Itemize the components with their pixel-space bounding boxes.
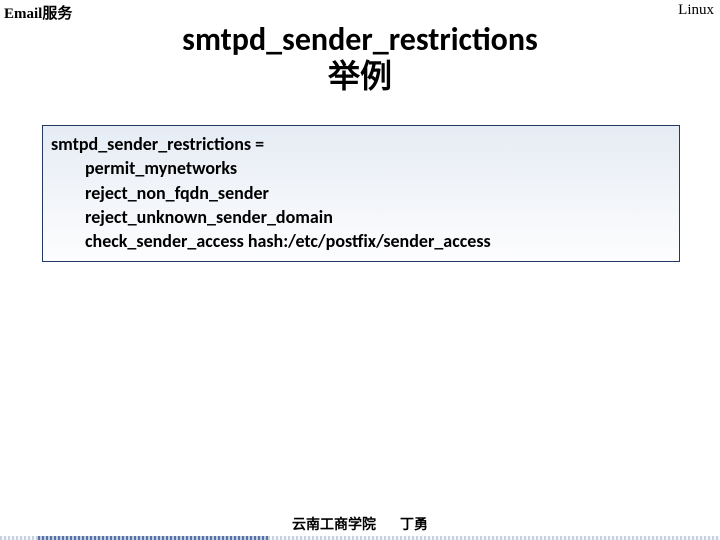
footer-decoration-accent xyxy=(38,536,268,540)
slide-title: smtpd_sender_restrictions 举例 xyxy=(0,22,720,96)
footer-org: 云南工商学院 xyxy=(292,518,376,533)
config-entry: check_sender_access hash:/etc/postfix/se… xyxy=(51,229,671,253)
config-box: smtpd_sender_restrictions = permit_mynet… xyxy=(42,125,680,262)
header-left: Email服务 xyxy=(4,2,72,23)
config-entry: reject_non_fqdn_sender xyxy=(51,181,671,205)
config-entry: permit_mynetworks xyxy=(51,156,671,180)
title-line-2: 举例 xyxy=(328,57,392,96)
footer-text: 云南工商学院 丁勇 xyxy=(0,514,720,534)
header-right: Linux xyxy=(678,2,714,19)
title-line-1: smtpd_sender_restrictions xyxy=(182,20,538,59)
footer-author: 丁勇 xyxy=(400,518,428,533)
config-lead: smtpd_sender_restrictions = xyxy=(51,132,671,156)
slide: Email服务 Linux smtpd_sender_restrictions … xyxy=(0,0,720,540)
config-entry: reject_unknown_sender_domain xyxy=(51,205,671,229)
